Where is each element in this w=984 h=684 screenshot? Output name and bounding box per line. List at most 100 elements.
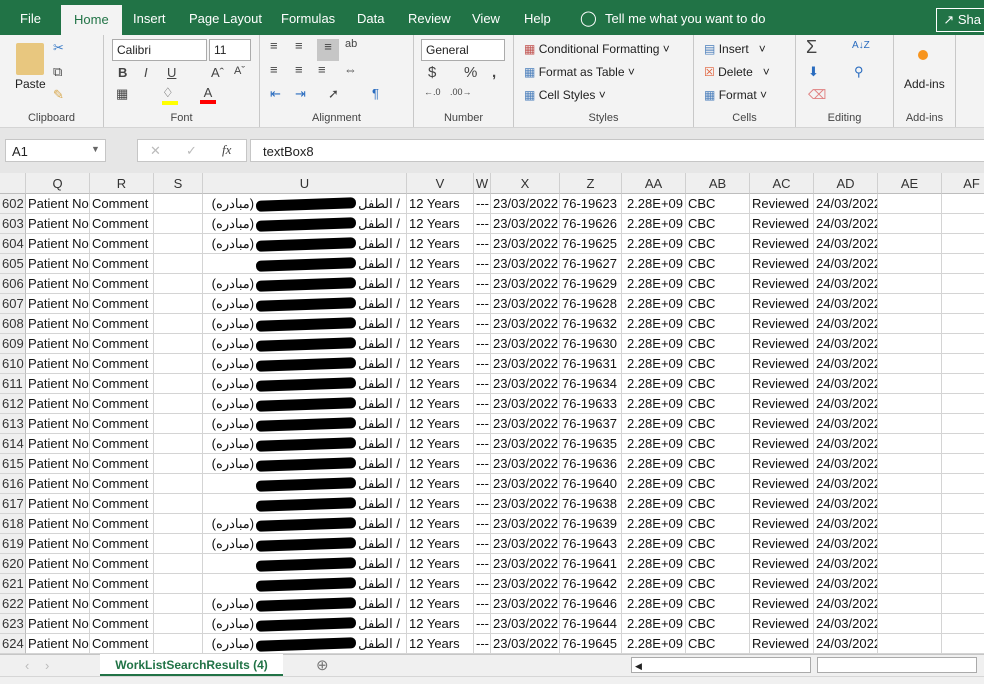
empty-cell[interactable]	[878, 434, 942, 454]
sheet-tab[interactable]: WorkListSearchResults (4)	[100, 654, 283, 676]
date-cell[interactable]: 23/03/2022	[491, 374, 560, 394]
age-cell[interactable]: 12 Years	[407, 554, 474, 574]
age-cell[interactable]: 12 Years	[407, 414, 474, 434]
name-cell[interactable]: الطفل /	[203, 494, 407, 514]
row-header[interactable]: 604	[0, 234, 26, 254]
date-cell[interactable]: 23/03/2022	[491, 514, 560, 534]
age-cell[interactable]: 12 Years	[407, 454, 474, 474]
patient-cell[interactable]: Patient No	[26, 354, 90, 374]
patient-cell[interactable]: Patient No	[26, 574, 90, 594]
share-button[interactable]: ↗ Sha	[936, 8, 984, 32]
reviewed-date-cell[interactable]: 24/03/2022 01:00	[814, 374, 878, 394]
italic-button[interactable]: I	[144, 65, 148, 80]
comment-cell[interactable]: Comment	[90, 514, 154, 534]
age-cell[interactable]: 12 Years	[407, 534, 474, 554]
date-cell[interactable]: 23/03/2022	[491, 274, 560, 294]
name-cell[interactable]: (مبادره) الطفل /	[203, 334, 407, 354]
column-header[interactable]: AD	[814, 173, 878, 194]
comment-cell[interactable]: Comment	[90, 614, 154, 634]
empty-cell[interactable]	[878, 334, 942, 354]
comment-cell[interactable]: Comment	[90, 494, 154, 514]
test-cell[interactable]: CBC	[686, 414, 750, 434]
empty-cell[interactable]	[154, 594, 203, 614]
empty-cell[interactable]	[154, 554, 203, 574]
insert-cells-button[interactable]: ▤ Insert ˅	[704, 42, 766, 56]
number-cell[interactable]: 2.28E+09	[622, 474, 686, 494]
status-cell[interactable]: Reviewed	[750, 314, 814, 334]
test-cell[interactable]: CBC	[686, 454, 750, 474]
text-direction-icon[interactable]: ¶	[372, 86, 379, 101]
w-cell[interactable]: ---	[474, 534, 491, 554]
w-cell[interactable]: ---	[474, 574, 491, 594]
merge-center-icon[interactable]: ⇔	[344, 62, 357, 77]
row-header[interactable]: 623	[0, 614, 26, 634]
empty-cell[interactable]	[154, 494, 203, 514]
test-cell[interactable]: CBC	[686, 334, 750, 354]
number-cell[interactable]: 2.28E+09	[622, 274, 686, 294]
empty-cell[interactable]	[154, 614, 203, 634]
date-cell[interactable]: 23/03/2022	[491, 354, 560, 374]
patient-cell[interactable]: Patient No	[26, 474, 90, 494]
empty-cell[interactable]	[942, 454, 984, 474]
age-cell[interactable]: 12 Years	[407, 254, 474, 274]
column-header[interactable]: U	[203, 173, 407, 194]
date-cell[interactable]: 23/03/2022	[491, 634, 560, 654]
empty-cell[interactable]	[942, 194, 984, 214]
tab-help[interactable]: Help	[524, 11, 551, 26]
w-cell[interactable]: ---	[474, 374, 491, 394]
patient-cell[interactable]: Patient No	[26, 454, 90, 474]
empty-cell[interactable]	[942, 314, 984, 334]
comment-cell[interactable]: Comment	[90, 194, 154, 214]
w-cell[interactable]: ---	[474, 314, 491, 334]
empty-cell[interactable]	[878, 374, 942, 394]
date-cell[interactable]: 23/03/2022	[491, 494, 560, 514]
empty-cell[interactable]	[942, 634, 984, 654]
font-size-select[interactable]: 11	[209, 39, 251, 61]
empty-cell[interactable]	[878, 614, 942, 634]
addins-button[interactable]: Add-ins	[904, 77, 945, 91]
sample-id-cell[interactable]: 76-19640	[560, 474, 622, 494]
age-cell[interactable]: 12 Years	[407, 334, 474, 354]
empty-cell[interactable]	[942, 374, 984, 394]
reviewed-date-cell[interactable]: 24/03/2022 01:00	[814, 294, 878, 314]
status-cell[interactable]: Reviewed	[750, 574, 814, 594]
status-cell[interactable]: Reviewed	[750, 614, 814, 634]
empty-cell[interactable]	[942, 514, 984, 534]
test-cell[interactable]: CBC	[686, 574, 750, 594]
status-cell[interactable]: Reviewed	[750, 454, 814, 474]
empty-cell[interactable]	[878, 514, 942, 534]
patient-cell[interactable]: Patient No	[26, 494, 90, 514]
align-top-icon[interactable]: ≡	[270, 38, 278, 53]
empty-cell[interactable]	[878, 394, 942, 414]
w-cell[interactable]: ---	[474, 514, 491, 534]
row-header[interactable]: 615	[0, 454, 26, 474]
name-cell[interactable]: (مبادره) الطفل /	[203, 274, 407, 294]
row-header[interactable]: 611	[0, 374, 26, 394]
number-cell[interactable]: 2.28E+09	[622, 254, 686, 274]
empty-cell[interactable]	[154, 334, 203, 354]
patient-cell[interactable]: Patient No	[26, 514, 90, 534]
date-cell[interactable]: 23/03/2022	[491, 394, 560, 414]
addins-icon[interactable]	[918, 50, 928, 60]
w-cell[interactable]: ---	[474, 474, 491, 494]
test-cell[interactable]: CBC	[686, 554, 750, 574]
number-cell[interactable]: 2.28E+09	[622, 534, 686, 554]
number-cell[interactable]: 2.28E+09	[622, 634, 686, 654]
reviewed-date-cell[interactable]: 24/03/2022 01:00	[814, 554, 878, 574]
sample-id-cell[interactable]: 76-19627	[560, 254, 622, 274]
reviewed-date-cell[interactable]: 24/03/2022 01:00	[814, 454, 878, 474]
reviewed-date-cell[interactable]: 24/03/2022 01:00	[814, 534, 878, 554]
age-cell[interactable]: 12 Years	[407, 474, 474, 494]
shrink-font-icon[interactable]: Aˇ	[234, 65, 245, 77]
date-cell[interactable]: 23/03/2022	[491, 534, 560, 554]
increase-indent-icon[interactable]: ⇥	[295, 86, 306, 102]
w-cell[interactable]: ---	[474, 194, 491, 214]
tab-formulas[interactable]: Formulas	[281, 11, 335, 26]
row-header[interactable]: 622	[0, 594, 26, 614]
sample-id-cell[interactable]: 76-19625	[560, 234, 622, 254]
number-cell[interactable]: 2.28E+09	[622, 294, 686, 314]
name-cell[interactable]: (مبادره) الطفل /	[203, 354, 407, 374]
date-cell[interactable]: 23/03/2022	[491, 594, 560, 614]
w-cell[interactable]: ---	[474, 274, 491, 294]
sample-id-cell[interactable]: 76-19638	[560, 494, 622, 514]
